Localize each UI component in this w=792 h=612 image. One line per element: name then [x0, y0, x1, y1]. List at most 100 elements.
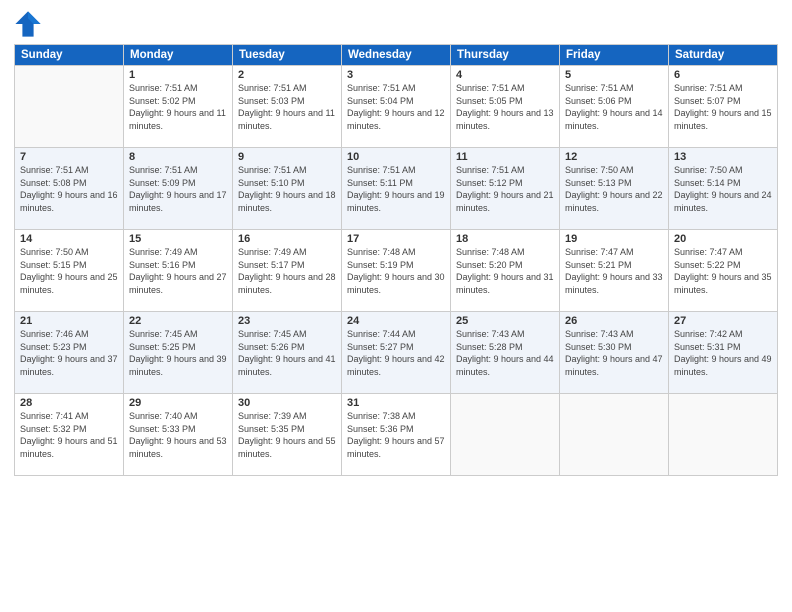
daylight: Daylight: 9 hours and 37 minutes. — [20, 354, 118, 377]
day-number: 30 — [238, 397, 336, 409]
day-info: Sunrise: 7:42 AMSunset: 5:31 PMDaylight:… — [674, 328, 772, 378]
calendar-cell: 29Sunrise: 7:40 AMSunset: 5:33 PMDayligh… — [124, 394, 233, 476]
day-info: Sunrise: 7:43 AM Sunset: 5:28 PM Daylight:… — [456, 328, 554, 378]
daylight: Daylight: 9 hours and 51 minutes. — [20, 436, 118, 459]
day-info: Sunrise: 7:46 AM Sunset: 5:23 PM Daylight:… — [20, 328, 118, 378]
calendar-cell: 25Sunrise: 7:43 AMSunset: 5:28 PMDayligh… — [451, 312, 560, 394]
calendar-cell: 21 Sunrise: 7:46 AM Sunset: 5:23 PM Dayligh… — [15, 312, 124, 394]
sunrise: Sunrise: 7:51 AM — [238, 165, 307, 175]
sunrise: Sunrise: 7:51 AM — [129, 83, 198, 93]
daylight: Daylight: 9 hours and 44 minutes. — [456, 354, 554, 377]
daylight: Daylight: 9 hours and 33 minutes. — [565, 272, 663, 295]
calendar-cell: 20Sunrise: 7:47 AMSunset: 5:22 PMDayligh… — [669, 230, 778, 312]
day-number: 29 — [129, 397, 227, 409]
calendar-cell: 6Sunrise: 7:51 AMSunset: 5:07 PMDaylight… — [669, 66, 778, 148]
day-info: Sunrise: 7:48 AMSunset: 5:20 PMDaylight:… — [456, 246, 554, 296]
sunrise: Sunrise: 7:38 AM — [347, 411, 416, 421]
calendar-cell: 3Sunrise: 7:51 AMSunset: 5:04 PMDaylight… — [342, 66, 451, 148]
sunset: Sunset: 5:15 PM — [20, 260, 87, 270]
day-info: Sunrise: 7:51 AMSunset: 5:12 PMDaylight:… — [456, 164, 554, 214]
calendar-cell: 12Sunrise: 7:50 AMSunset: 5:13 PMDayligh… — [560, 148, 669, 230]
day-info: Sunrise: 7:51 AMSunset: 5:05 PMDaylight:… — [456, 82, 554, 132]
calendar-table: SundayMondayTuesdayWednesdayThursdayFrid… — [14, 44, 778, 476]
calendar-cell: 15Sunrise: 7:49 AMSunset: 5:16 PMDayligh… — [124, 230, 233, 312]
calendar-cell: 5Sunrise: 7:51 AMSunset: 5:06 PMDaylight… — [560, 66, 669, 148]
day-number: 21 — [20, 315, 118, 327]
daylight: Daylight: 9 hours and 11 minutes. — [129, 108, 226, 131]
weekday-saturday: Saturday — [669, 45, 778, 66]
logo-icon — [14, 10, 42, 38]
day-info: Sunrise: 7:47 AMSunset: 5:21 PMDaylight:… — [565, 246, 663, 296]
week-row-1: 1Sunrise: 7:51 AMSunset: 5:02 PMDaylight… — [15, 66, 778, 148]
day-info: Sunrise: 7:40 AMSunset: 5:33 PMDaylight:… — [129, 410, 227, 460]
weekday-thursday: Thursday — [451, 45, 560, 66]
sunset: Sunset: 5:25 PM — [129, 342, 196, 352]
calendar-cell: 16Sunrise: 7:49 AMSunset: 5:17 PMDayligh… — [233, 230, 342, 312]
daylight: Daylight: 9 hours and 12 minutes. — [347, 108, 445, 131]
header — [14, 10, 778, 38]
day-info: Sunrise: 7:38 AMSunset: 5:36 PMDaylight:… — [347, 410, 445, 460]
day-info: Sunrise: 7:43 AMSunset: 5:30 PMDaylight:… — [565, 328, 663, 378]
daylight: Daylight: 9 hours and 28 minutes. — [238, 272, 336, 295]
calendar-cell — [669, 394, 778, 476]
daylight: Daylight: 9 hours and 15 minutes. — [674, 108, 772, 131]
day-number: 10 — [347, 151, 445, 163]
sunrise: Sunrise: 7:43 AM — [456, 329, 525, 339]
sunset: Sunset: 5:07 PM — [674, 96, 741, 106]
sunrise: Sunrise: 7:41 AM — [20, 411, 89, 421]
sunrise: Sunrise: 7:51 AM — [674, 83, 743, 93]
sunset: Sunset: 5:03 PM — [238, 96, 305, 106]
day-number: 17 — [347, 233, 445, 245]
day-info: Sunrise: 7:44 AMSunset: 5:27 PMDaylight:… — [347, 328, 445, 378]
daylight: Daylight: 9 hours and 41 minutes. — [238, 354, 336, 377]
day-info: Sunrise: 7:50 AM Sunset: 5:15 PM Daylight:… — [20, 246, 118, 296]
day-info: Sunrise: 7:51 AMSunset: 5:09 PMDaylight:… — [129, 164, 227, 214]
sunrise: Sunrise: 7:51 AM — [347, 83, 416, 93]
calendar-cell: 11Sunrise: 7:51 AMSunset: 5:12 PMDayligh… — [451, 148, 560, 230]
day-number: 2 — [238, 69, 336, 81]
day-info: Sunrise: 7:51 AMSunset: 5:06 PMDaylight:… — [565, 82, 663, 132]
sunset: Sunset: 5:16 PM — [129, 260, 196, 270]
daylight: Daylight: 9 hours and 17 minutes. — [129, 190, 227, 213]
sunset: Sunset: 5:23 PM — [20, 342, 87, 352]
day-info: Sunrise: 7:45 AMSunset: 5:26 PMDaylight:… — [238, 328, 336, 378]
sunset: Sunset: 5:10 PM — [238, 178, 305, 188]
calendar-cell: 9Sunrise: 7:51 AMSunset: 5:10 PMDaylight… — [233, 148, 342, 230]
daylight: Daylight: 9 hours and 16 minutes. — [20, 190, 118, 213]
sunrise: Sunrise: 7:50 AM — [20, 247, 89, 257]
day-info: Sunrise: 7:45 AMSunset: 5:25 PMDaylight:… — [129, 328, 227, 378]
day-info: Sunrise: 7:51 AMSunset: 5:11 PMDaylight:… — [347, 164, 445, 214]
calendar-cell: 26Sunrise: 7:43 AMSunset: 5:30 PMDayligh… — [560, 312, 669, 394]
day-number: 7 — [20, 151, 118, 163]
day-number: 22 — [129, 315, 227, 327]
day-number: 27 — [674, 315, 772, 327]
week-row-5: 28Sunrise: 7:41 AMSunset: 5:32 PMDayligh… — [15, 394, 778, 476]
day-number: 18 — [456, 233, 554, 245]
daylight: Daylight: 9 hours and 25 minutes. — [20, 272, 118, 295]
day-info: Sunrise: 7:50 AMSunset: 5:13 PMDaylight:… — [565, 164, 663, 214]
sunrise: Sunrise: 7:49 AM — [238, 247, 307, 257]
sunset: Sunset: 5:27 PM — [347, 342, 414, 352]
day-info: Sunrise: 7:51 AM Sunset: 5:07 PM Daylight:… — [674, 82, 772, 132]
daylight: Daylight: 9 hours and 55 minutes. — [238, 436, 336, 459]
daylight: Daylight: 9 hours and 47 minutes. — [565, 354, 663, 377]
sunrise: Sunrise: 7:49 AM — [129, 247, 198, 257]
day-info: Sunrise: 7:49 AMSunset: 5:17 PMDaylight:… — [238, 246, 336, 296]
sunrise: Sunrise: 7:51 AM — [238, 83, 307, 93]
sunset: Sunset: 5:28 PM — [456, 342, 523, 352]
sunrise: Sunrise: 7:46 AM — [20, 329, 89, 339]
day-info: Sunrise: 7:48 AMSunset: 5:19 PMDaylight:… — [347, 246, 445, 296]
sunset: Sunset: 5:09 PM — [129, 178, 196, 188]
sunset: Sunset: 5:31 PM — [674, 342, 741, 352]
daylight: Daylight: 9 hours and 19 minutes. — [347, 190, 445, 213]
sunset: Sunset: 5:13 PM — [565, 178, 632, 188]
day-number: 20 — [674, 233, 772, 245]
sunset: Sunset: 5:35 PM — [238, 424, 305, 434]
day-info: Sunrise: 7:51 AMSunset: 5:10 PMDaylight:… — [238, 164, 336, 214]
calendar-cell: 13Sunrise: 7:50 AMSunset: 5:14 PMDayligh… — [669, 148, 778, 230]
calendar-cell: 4Sunrise: 7:51 AMSunset: 5:05 PMDaylight… — [451, 66, 560, 148]
sunrise: Sunrise: 7:47 AM — [565, 247, 634, 257]
sunset: Sunset: 5:19 PM — [347, 260, 414, 270]
day-info: Sunrise: 7:50 AMSunset: 5:14 PMDaylight:… — [674, 164, 772, 214]
sunset: Sunset: 5:22 PM — [674, 260, 741, 270]
